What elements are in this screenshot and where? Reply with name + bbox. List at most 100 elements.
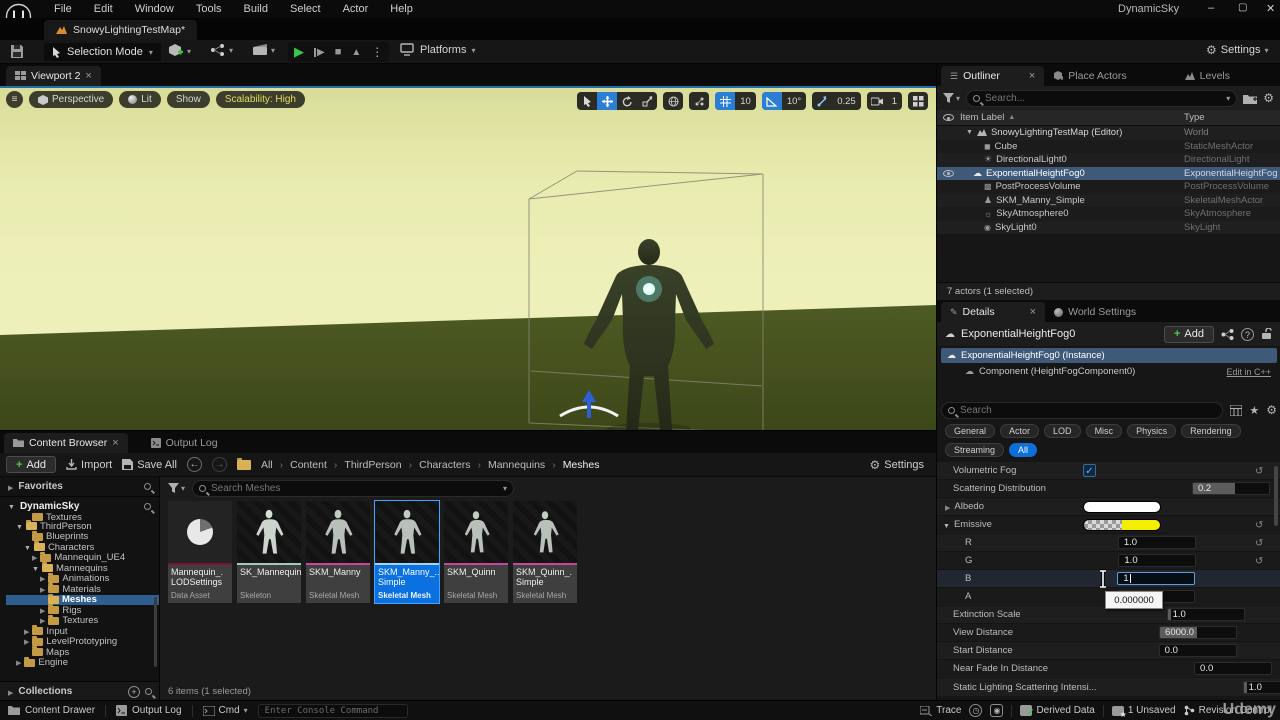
favorites-section[interactable]: Favorites <box>0 477 159 497</box>
camera-speed-value[interactable]: 1 <box>887 96 902 107</box>
details-search-box[interactable] <box>941 402 1223 419</box>
tab-levels[interactable]: Levels <box>1176 66 1239 86</box>
eye-icon[interactable] <box>943 170 954 177</box>
outliner-search-input[interactable] <box>985 93 1221 104</box>
content-browser-settings[interactable]: Settings <box>869 458 924 472</box>
asset-tile-skm-quinn[interactable]: SKM_Quinn Skeletal Mesh <box>444 501 508 603</box>
world-space-toggle[interactable] <box>663 92 683 110</box>
column-type[interactable]: Type <box>1184 112 1274 123</box>
stop-button[interactable]: ■ <box>335 46 342 58</box>
instance-row[interactable]: ☁ ExponentialHeightFog0 (Instance) <box>941 348 1277 363</box>
chip-physics[interactable]: Physics <box>1127 424 1176 438</box>
tree-item-materials[interactable]: Materials <box>6 584 159 595</box>
chip-rendering[interactable]: Rendering <box>1181 424 1241 438</box>
outliner-filter-button[interactable] <box>943 92 960 104</box>
tree-item-maps[interactable]: Maps <box>6 647 159 658</box>
breadcrumb-meshes[interactable]: Meshes <box>563 459 600 471</box>
scale-tool[interactable] <box>637 92 657 110</box>
camera-speed-icon[interactable] <box>867 92 887 110</box>
details-settings-icon[interactable] <box>1266 403 1277 417</box>
details-search-input[interactable] <box>960 405 1216 416</box>
start-distance-input[interactable]: 0.0 <box>1159 644 1237 657</box>
transform-gizmo[interactable] <box>560 390 618 418</box>
snapshot-icon[interactable]: ◉ <box>990 704 1003 717</box>
chip-general[interactable]: General <box>945 424 995 438</box>
edit-in-cpp-link[interactable]: Edit in C++ <box>1226 367 1271 377</box>
chip-streaming[interactable]: Streaming <box>945 443 1004 457</box>
new-folder-icon[interactable] <box>1243 93 1257 104</box>
outliner-settings-icon[interactable] <box>1263 91 1274 105</box>
help-icon[interactable]: ? <box>1241 328 1254 341</box>
menu-actor[interactable]: Actor <box>333 3 379 15</box>
viewport-canvas[interactable]: ≡ Perspective Lit Show Scalability: High <box>0 86 936 430</box>
albedo-color-swatch[interactable] <box>1083 501 1161 513</box>
grid-snap-toggle[interactable] <box>715 92 735 110</box>
forward-button[interactable]: → <box>212 457 227 472</box>
tree-item-levelprototyping[interactable]: LevelPrototyping <box>6 637 159 648</box>
display-options-icon[interactable] <box>1230 405 1242 416</box>
play-button[interactable]: ▶ <box>294 44 304 60</box>
maximize-viewport-button[interactable] <box>908 92 928 110</box>
scalability-badge[interactable]: Scalability: High <box>216 91 305 108</box>
breadcrumb-all[interactable]: All <box>261 459 273 471</box>
visibility-column-icon[interactable] <box>943 114 954 121</box>
select-tool[interactable] <box>577 92 597 110</box>
tree-item-mannequins[interactable]: Mannequins <box>6 563 159 574</box>
cmd-dropdown[interactable]: Cmd <box>203 705 248 716</box>
chip-lod[interactable]: LOD <box>1044 424 1081 438</box>
content-drawer-button[interactable]: Content Drawer <box>8 705 95 716</box>
asset-tile-skm-quinn-simple[interactable]: SKM_Quinn_.Simple Skeletal Mesh <box>513 501 577 603</box>
menu-edit[interactable]: Edit <box>84 3 123 15</box>
emissive-color-swatch[interactable] <box>1083 519 1161 531</box>
import-button[interactable]: Import <box>66 459 112 471</box>
eject-button[interactable]: ▲ <box>351 47 361 58</box>
chip-actor[interactable]: Actor <box>1000 424 1039 438</box>
output-log-button[interactable]: Output Log <box>116 705 181 716</box>
outliner-row-cube[interactable]: ◼ Cube StaticMeshActor <box>937 140 1280 154</box>
tab-place-actors[interactable]: Place Actors <box>1044 66 1135 86</box>
extinction-scale-input[interactable]: 1.0 <box>1167 608 1245 621</box>
scale-snap-value[interactable]: 0.25 <box>832 96 861 107</box>
emissive-r-input[interactable]: 1.0 <box>1118 536 1196 549</box>
expander-icon[interactable] <box>945 501 950 513</box>
chip-all[interactable]: All <box>1009 443 1037 457</box>
outliner-row-skm-manny[interactable]: ♟ SKM_Manny_Simple SkeletalMeshActor <box>937 194 1280 208</box>
breadcrumb-thirdperson[interactable]: ThirdPerson <box>344 459 401 471</box>
maximize-button[interactable]: ▢ <box>1230 2 1255 13</box>
details-scrollbar[interactable] <box>1274 466 1278 526</box>
asset-search-input[interactable] <box>211 483 498 494</box>
close-icon[interactable] <box>112 437 118 449</box>
play-options-icon[interactable] <box>371 45 383 59</box>
search-icon[interactable] <box>144 483 151 490</box>
menu-select[interactable]: Select <box>280 3 331 15</box>
scale-snap-toggle[interactable] <box>812 92 832 110</box>
tree-item-mannequin-ue4[interactable]: Mannequin_UE4 <box>6 553 159 564</box>
cinematics-dropdown[interactable] <box>252 43 275 56</box>
asset-tile-mannequin-lodsettings[interactable]: Mannequin_.LODSettings Data Asset <box>168 501 232 603</box>
insights-icon[interactable]: ◷ <box>969 704 982 717</box>
tab-output-log[interactable]: Output Log <box>142 433 227 453</box>
tree-item-input[interactable]: Input <box>6 626 159 637</box>
outliner-search-box[interactable] <box>966 90 1237 107</box>
rotate-tool[interactable] <box>617 92 637 110</box>
static-lighting-scattering-intensity-input[interactable]: 1.0 <box>1243 681 1280 694</box>
tab-world-settings[interactable]: World Settings <box>1045 302 1145 322</box>
outliner-row-sky-atmosphere[interactable]: ☼ SkyAtmosphere0 SkyAtmosphere <box>937 207 1280 221</box>
tree-item-meshes-selected[interactable]: Meshes <box>6 595 159 606</box>
show-dropdown[interactable]: Show <box>167 91 210 108</box>
tree-item-thirdperson[interactable]: ThirdPerson <box>6 521 159 532</box>
add-actor-button[interactable] <box>168 43 191 59</box>
expander-icon[interactable] <box>943 519 950 531</box>
search-icon[interactable] <box>144 503 151 510</box>
menu-file[interactable]: File <box>44 3 82 15</box>
derived-data-button[interactable]: ✓ Derived Data <box>1020 705 1094 716</box>
add-collection-icon[interactable]: + <box>128 686 140 698</box>
level-tab[interactable]: SnowyLightingTestMap* <box>44 20 197 40</box>
near-fade-in-distance-input[interactable]: 0.0 <box>1194 662 1272 675</box>
emissive-g-input[interactable]: 1.0 <box>1118 554 1196 567</box>
rotation-snap-value[interactable]: 10° <box>782 96 806 107</box>
component-row[interactable]: ☁ Component (HeightFogComponent0) Edit i… <box>941 364 1277 379</box>
trace-button[interactable]: Trace <box>920 705 961 716</box>
asset-search-box[interactable] <box>192 480 514 497</box>
folder-icon[interactable] <box>237 460 251 470</box>
